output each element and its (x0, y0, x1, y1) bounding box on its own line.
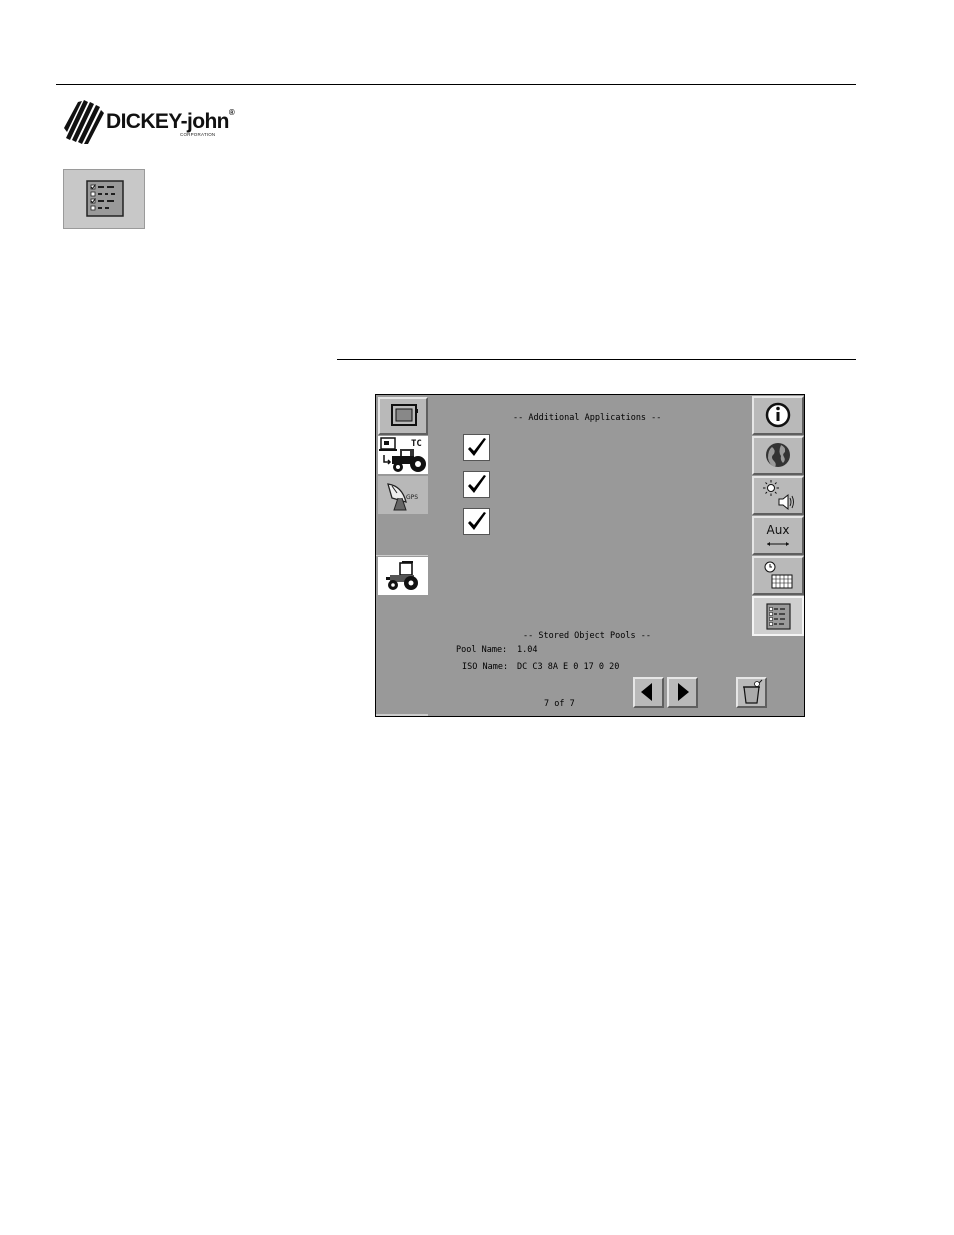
iso-name-value: DC C3 8A E 0 17 0 20 (517, 662, 620, 672)
arrow-left-icon (641, 683, 652, 701)
monitor-icon (391, 404, 418, 426)
brand-subtitle: CORPORATION (180, 132, 216, 137)
tab-language[interactable] (752, 436, 804, 475)
tab-tractor-tc[interactable]: TC (378, 436, 428, 474)
delete-pool-button[interactable] (736, 677, 767, 708)
pool-name-value: 1.04 (517, 645, 538, 655)
tab-applications[interactable] (752, 596, 804, 636)
checkmark-icon (468, 512, 486, 530)
page-indicator: 7 of 7 (544, 699, 575, 709)
stored-object-pools-title: -- Stored Object Pools -- (523, 631, 651, 641)
prev-page-button[interactable] (633, 677, 664, 708)
tab-aux[interactable]: Aux (752, 516, 804, 555)
checkmark-icon (468, 475, 486, 493)
checklist-icon (86, 180, 124, 217)
brightness-volume-icon (763, 480, 794, 511)
tab-gps[interactable]: GPS (378, 476, 428, 514)
tc-badge: TC (411, 439, 422, 449)
tab-brightness-volume[interactable] (752, 476, 804, 515)
checklist-icon-box (63, 169, 145, 229)
tractor-icon (386, 561, 418, 590)
arrow-right-icon (678, 683, 689, 701)
clock-calendar-icon (764, 561, 793, 589)
application-checkbox-3[interactable] (463, 508, 490, 535)
checkmark-icon (468, 438, 486, 456)
aux-icon (767, 542, 789, 546)
section-rule (337, 359, 856, 360)
tab-info[interactable] (752, 396, 804, 435)
dickey-john-logo: DICKEY-john® CORPORATION (64, 100, 249, 146)
globe-icon (766, 443, 790, 467)
next-page-button[interactable] (667, 677, 698, 708)
iso-name-label: ISO Name: (462, 662, 509, 672)
brand-registered-mark: ® (228, 108, 235, 117)
checklist-icon (766, 603, 791, 630)
logo-mark-icon (64, 100, 104, 144)
tab-clock-calendar[interactable] (752, 556, 804, 595)
gps-badge: GPS (406, 494, 418, 501)
terminal-screen: TC GPS -- Additional Applications -- -- … (375, 394, 805, 717)
tab-tractor[interactable] (378, 557, 428, 595)
gps-dish-icon: GPS (387, 483, 418, 511)
brand-name: DICKEY-john® (106, 108, 235, 133)
tab-monitor[interactable] (378, 397, 428, 435)
tab-divider (376, 555, 428, 556)
pool-name-label: Pool Name: (456, 645, 508, 655)
info-icon (765, 402, 791, 428)
application-checkbox-2[interactable] (463, 471, 490, 498)
tractor-tc-icon: TC (379, 437, 426, 472)
header-rule (56, 84, 856, 85)
tab-strip-bottom (376, 714, 428, 716)
application-checkbox-1[interactable] (463, 434, 490, 461)
additional-applications-title: -- Additional Applications -- (513, 413, 662, 423)
trash-icon (743, 679, 763, 704)
